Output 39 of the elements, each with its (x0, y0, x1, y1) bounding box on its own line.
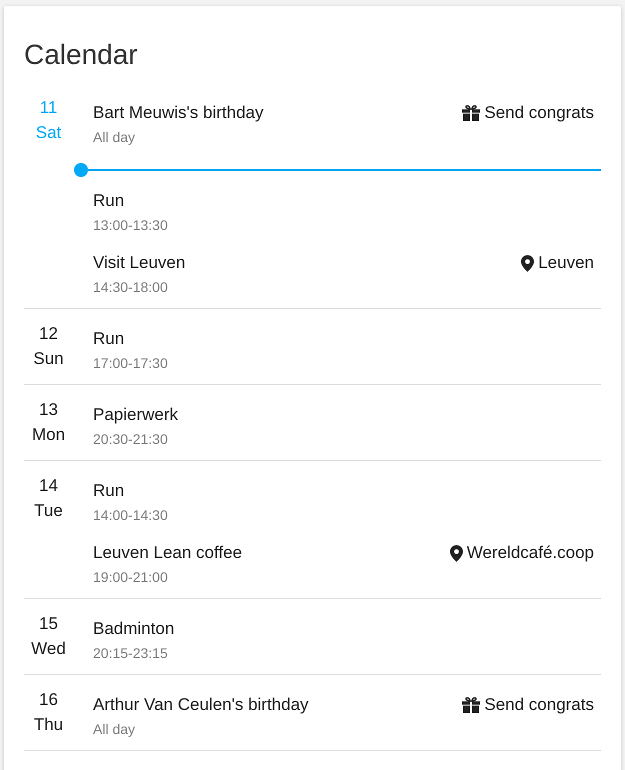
location-pin-icon (521, 254, 534, 272)
gift-icon (462, 697, 480, 713)
event-title: Run (93, 190, 124, 212)
event-title: Papierwerk (93, 404, 178, 426)
weekday-label: Thu (34, 714, 64, 736)
day-number: 12 (39, 323, 58, 345)
event-time: All day (93, 720, 136, 739)
event-title: Run (93, 328, 124, 350)
event-title: Run (93, 480, 124, 502)
event-time: 19:00-21:00 (93, 568, 168, 587)
weekday-label: Mon (32, 424, 66, 446)
day-number: 16 (39, 689, 58, 711)
event-time: All day (93, 128, 136, 147)
event-title: Arthur Van Ceulen's birthday (93, 694, 309, 716)
event-time: 17:00-17:30 (93, 354, 168, 373)
event-time: 14:30-18:00 (93, 278, 168, 297)
event-title: Badminton (93, 618, 174, 640)
day-number: 14 (39, 475, 58, 497)
event-title: Visit Leuven (93, 252, 186, 274)
location-link[interactable]: Leuven (521, 251, 594, 275)
weekday-label: Sun (33, 348, 64, 370)
event-time: 20:30-21:30 (93, 430, 168, 449)
day-number: 11 (40, 97, 58, 119)
day-number: 15 (39, 613, 58, 635)
gift-icon (462, 105, 480, 121)
weekday-label: Sat (36, 122, 62, 144)
event-time: 14:00-14:30 (93, 506, 168, 525)
event-time: 20:15-23:15 (93, 644, 168, 663)
card-title: Calendar (24, 38, 138, 72)
location-pin-icon (450, 544, 463, 562)
event-title: Leuven Lean coffee (93, 542, 242, 564)
send-congrats-link[interactable]: Send congrats (462, 693, 594, 717)
day-number: 13 (39, 399, 58, 421)
weekday-label: Wed (31, 638, 66, 660)
event-time: 13:00-13:30 (93, 216, 168, 235)
event-title: Bart Meuwis's birthday (93, 102, 264, 124)
location-link[interactable]: Wereldcafé.coop (450, 541, 594, 565)
weekday-label: Tue (34, 500, 63, 522)
send-congrats-link[interactable]: Send congrats (462, 101, 594, 125)
